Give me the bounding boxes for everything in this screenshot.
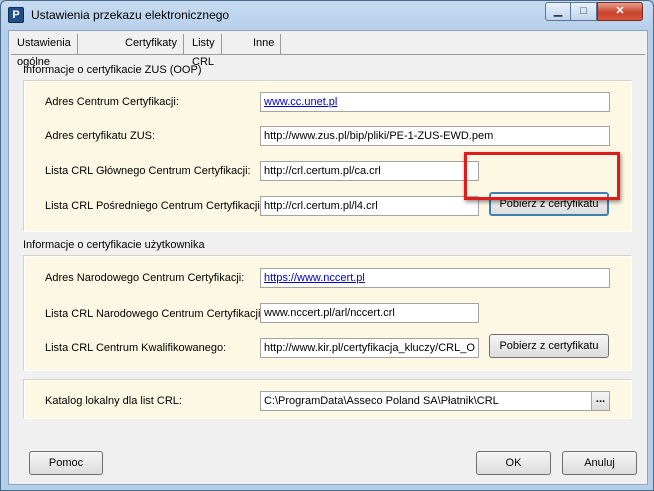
app-icon: P bbox=[8, 7, 24, 23]
zus-intermediate-crl-input[interactable]: http://crl.certum.pl/l4.crl bbox=[260, 196, 479, 216]
zus-main-crl-input[interactable]: http://crl.certum.pl/ca.crl bbox=[260, 161, 479, 181]
zus-main-crl-label: Lista CRL Głównego Centrum Certyfikacji: bbox=[45, 165, 251, 177]
tab-certyfikaty[interactable]: Certyfikaty bbox=[119, 34, 184, 54]
zus-intermediate-crl-label: Lista CRL Pośredniego Centrum Certyfikac… bbox=[45, 200, 263, 212]
tab-panel-border bbox=[11, 54, 645, 55]
zus-cert-address-input[interactable]: http://www.zus.pl/bip/pliki/PE-1-ZUS-EWD… bbox=[260, 126, 610, 146]
help-button[interactable]: Pomoc bbox=[29, 451, 103, 475]
dialog-client-area: Ustawienia ogólne Certyfikaty Listy CRL … bbox=[8, 30, 648, 485]
browse-ellipsis-button[interactable]: ... bbox=[591, 392, 609, 410]
local-catalog-input[interactable]: C:\ProgramData\Asseco Poland SA\Płatnik\… bbox=[260, 391, 610, 411]
minimize-button[interactable]: ▁ bbox=[545, 2, 571, 21]
cancel-button[interactable]: Anuluj bbox=[562, 451, 637, 475]
zus-cert-address-label: Adres certyfikatu ZUS: bbox=[45, 130, 156, 142]
qualified-crl-input[interactable]: http://www.kir.pl/certyfikacja_kluczy/CR… bbox=[260, 338, 479, 358]
tab-inne[interactable]: Inne bbox=[247, 34, 282, 54]
ncc-crl-input[interactable]: www.nccert.pl/arl/nccert.crl bbox=[260, 303, 479, 323]
close-button[interactable]: ✕ bbox=[597, 2, 643, 21]
zus-cc-address-input[interactable]: www.cc.unet.pl bbox=[260, 92, 610, 112]
ncc-crl-label: Lista CRL Narodowego Centrum Certyfikacj… bbox=[45, 308, 264, 320]
local-catalog-group: Katalog lokalny dla list CRL: C:\Program… bbox=[23, 379, 632, 419]
tab-listy-crl[interactable]: Listy CRL bbox=[186, 34, 222, 68]
zus-cc-address-label: Adres Centrum Certyfikacji: bbox=[45, 96, 179, 108]
local-catalog-value: C:\ProgramData\Asseco Poland SA\Płatnik\… bbox=[264, 395, 499, 407]
local-catalog-label: Katalog lokalny dla list CRL: bbox=[45, 395, 182, 407]
ncc-address-input[interactable]: https://www.nccert.pl bbox=[260, 268, 610, 288]
user-fetch-from-cert-button[interactable]: Pobierz z certyfikatu bbox=[489, 334, 609, 358]
window-title: Ustawienia przekazu elektronicznego bbox=[31, 8, 230, 22]
ncc-address-label: Adres Narodowego Centrum Certyfikacji: bbox=[45, 272, 245, 284]
user-group-title: Informacje o certyfikacie użytkownika bbox=[23, 239, 205, 251]
dialog-window: P Ustawienia przekazu elektronicznego ▁ … bbox=[0, 0, 654, 491]
user-group: Adres Narodowego Centrum Certyfikacji: h… bbox=[23, 255, 632, 371]
maximize-button[interactable]: □ bbox=[571, 2, 597, 21]
tab-ustawienia-ogolne[interactable]: Ustawienia ogólne bbox=[11, 34, 78, 68]
zus-group-title: Informacje o certyfikacie ZUS (OOP) bbox=[23, 64, 202, 76]
red-highlight-box bbox=[464, 152, 620, 200]
qualified-crl-label: Lista CRL Centrum Kwalifikowanego: bbox=[45, 342, 227, 354]
ok-button[interactable]: OK bbox=[476, 451, 551, 475]
